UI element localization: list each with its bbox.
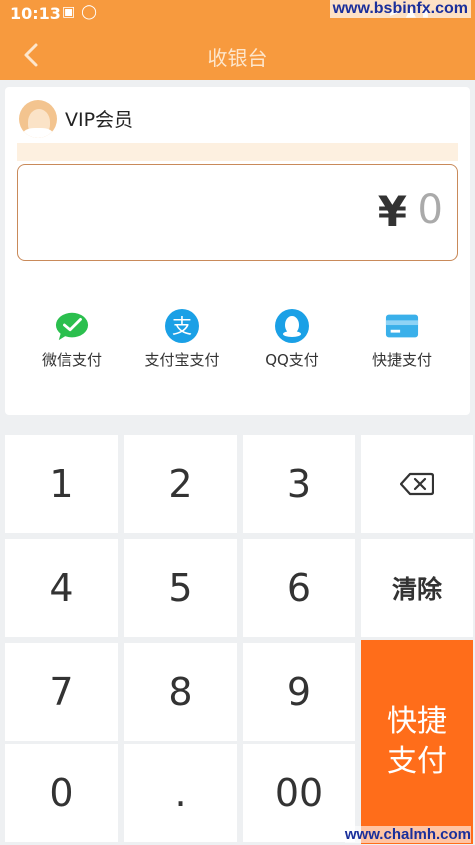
key-4[interactable]: 4: [5, 539, 118, 637]
page-title: 收银台: [207, 46, 268, 70]
avatar-shirt: [23, 128, 53, 138]
svg-text:支: 支: [172, 314, 192, 338]
quick-pay-label-line2: 支付: [387, 744, 447, 779]
quick-pay-button[interactable]: 快捷 支付: [361, 640, 473, 844]
pay-method-wechat[interactable]: 微信支付: [17, 309, 127, 370]
key-6[interactable]: 6: [243, 539, 355, 637]
key-2[interactable]: 2: [124, 435, 237, 533]
key-0[interactable]: 0: [5, 744, 118, 842]
key-9[interactable]: 9: [243, 643, 355, 741]
key-8[interactable]: 8: [124, 643, 237, 741]
amount-display[interactable]: ¥ 0: [17, 164, 458, 261]
backspace-icon: [400, 472, 434, 496]
pay-method-label: 支付宝支付: [144, 351, 220, 369]
pay-method-label: QQ支付: [265, 351, 319, 369]
watermark-top: www.bsbinfx.com: [329, 0, 471, 18]
avatar: [19, 100, 57, 138]
payment-card: VIP会员 ¥ 0 微信支付 支 支付宝支付 QQ支付 快捷支付: [5, 87, 470, 415]
key-7[interactable]: 7: [5, 643, 118, 741]
currency-symbol: ¥: [377, 187, 407, 236]
pay-method-alipay[interactable]: 支 支付宝支付: [127, 309, 237, 370]
qq-pay-icon: [275, 309, 309, 343]
amount-value: 0: [417, 187, 443, 233]
clear-button[interactable]: 清除: [361, 539, 473, 637]
pay-method-label: 微信支付: [41, 351, 102, 369]
quick-pay-label-line1: 快捷: [387, 704, 447, 739]
alipay-icon: 支: [165, 309, 199, 343]
key-3[interactable]: 3: [243, 435, 355, 533]
status-time: 10:13: [10, 4, 61, 23]
wechat-pay-icon: [55, 309, 89, 343]
pay-method-quick[interactable]: 快捷支付: [347, 309, 457, 370]
key-5[interactable]: 5: [124, 539, 237, 637]
status-notification-icons: ▣◯: [62, 4, 103, 20]
pay-method-qq[interactable]: QQ支付: [237, 309, 347, 370]
nav-bar: 收银台: [0, 30, 475, 80]
key-00[interactable]: 00: [243, 744, 355, 842]
pay-method-label: 快捷支付: [371, 351, 432, 369]
member-label: VIP会员: [65, 109, 134, 131]
payment-methods: 微信支付 支 支付宝支付 QQ支付 快捷支付: [5, 309, 470, 369]
notice-strip: [17, 143, 458, 161]
watermark-bottom: www.chalmh.com: [344, 826, 471, 843]
backspace-button[interactable]: [361, 435, 473, 533]
quick-pay-card-icon: [385, 309, 419, 343]
key-dot[interactable]: .: [124, 744, 237, 842]
numeric-keypad: 1 2 3 4 5 6 清除 7 8 9 0 . 00 快捷 支付: [0, 433, 475, 845]
key-1[interactable]: 1: [5, 435, 118, 533]
